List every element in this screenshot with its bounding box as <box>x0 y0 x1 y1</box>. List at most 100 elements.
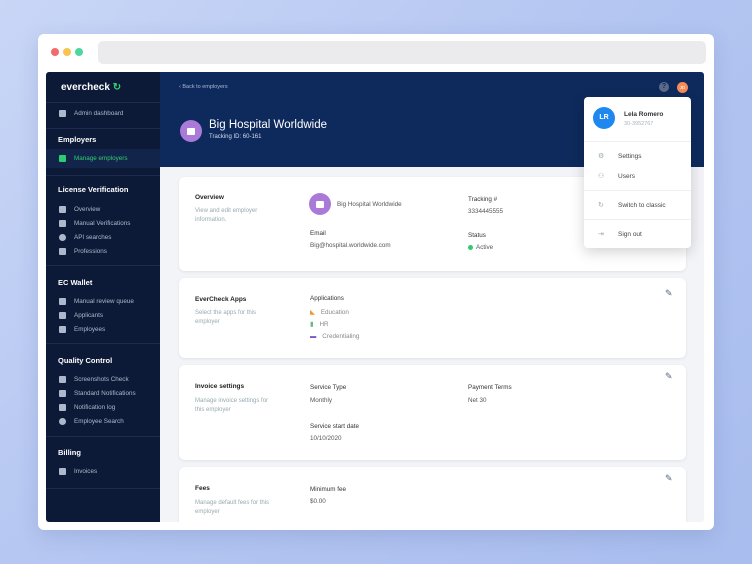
sidebar-item-admin-dashboard[interactable]: Admin dashboard <box>59 110 123 117</box>
menu-item-sign-out[interactable]: Sign out <box>618 231 642 238</box>
tracking-id: Tracking ID: 60-161 <box>209 134 262 140</box>
search-icon <box>59 418 66 425</box>
email-label: Email <box>310 230 326 237</box>
user-avatar[interactable]: JD <box>677 82 688 93</box>
queue-icon <box>59 298 66 305</box>
fees-card: Fees Manage default fees for this employ… <box>179 467 686 522</box>
sidebar-item-employees[interactable]: Employees <box>59 326 105 333</box>
tracking-label: Tracking # <box>468 196 498 203</box>
user-name: Lela Romero <box>624 111 664 118</box>
briefcase-icon <box>59 248 66 255</box>
credentialing-icon: ▬ <box>310 333 317 340</box>
log-icon <box>59 404 66 411</box>
divider <box>584 219 691 220</box>
sidebar-item-applicants[interactable]: Applicants <box>59 312 103 319</box>
applications-label: Applications <box>310 295 344 302</box>
edit-icon[interactable]: ✎ <box>665 371 673 382</box>
service-type-label: Service Type <box>310 384 347 391</box>
card-description: Manage invoice settings for this employe… <box>195 398 269 413</box>
card-title: Invoice settings <box>195 383 245 390</box>
employer-avatar-small <box>309 193 331 215</box>
start-date-value: 10/10/2020 <box>310 435 342 442</box>
edit-icon[interactable]: ✎ <box>665 473 673 484</box>
sidebar-item-employee-search[interactable]: Employee Search <box>59 418 124 425</box>
minimum-fee-label: Minimum fee <box>310 486 347 493</box>
building-icon <box>316 200 324 208</box>
building-icon <box>187 127 195 135</box>
bell-icon <box>59 390 66 397</box>
api-icon <box>59 234 66 241</box>
divider <box>584 190 691 191</box>
badge-icon <box>59 326 66 333</box>
person-icon <box>59 312 66 319</box>
divider <box>46 128 160 129</box>
sidebar-item-manual-verifications[interactable]: Manual Verifications <box>59 220 130 227</box>
sidebar-item-overview[interactable]: Overview <box>59 206 100 213</box>
back-link[interactable]: ‹ Back to employers <box>179 84 228 90</box>
sidebar-item-professions[interactable]: Professions <box>59 248 107 255</box>
menu-item-settings[interactable]: Settings <box>618 153 642 160</box>
card-title: Overview <box>195 194 224 201</box>
help-icon[interactable]: ? <box>659 82 669 92</box>
status-dot <box>468 245 473 250</box>
invoice-card: Invoice settings Manage invoice settings… <box>179 365 686 460</box>
email-value: Big@hospital.worldwide.com <box>310 242 391 249</box>
section-ec-wallet: EC Wallet <box>58 278 93 287</box>
start-date-label: Service start date <box>310 423 359 430</box>
divider <box>584 141 691 142</box>
grid-icon <box>59 206 66 213</box>
section-quality-control: Quality Control <box>58 356 113 365</box>
tracking-value: 3334445555 <box>468 208 504 215</box>
card-description: View and edit employer information. <box>195 208 258 223</box>
user-menu: LR Lela Romero 30-3952767 ⚙ Settings ⚇ U… <box>584 97 691 248</box>
logo[interactable]: evercheck ↻ <box>61 82 121 93</box>
hr-icon: ▮ <box>310 321 314 328</box>
service-type-value: Monthly <box>310 397 333 404</box>
status-label: Status <box>468 232 486 239</box>
users-icon: ⚇ <box>598 173 605 180</box>
refresh-logo-icon: ↻ <box>112 82 122 93</box>
divider <box>46 343 160 344</box>
sidebar: evercheck ↻ Admin dashboard Employers Ma… <box>46 72 160 522</box>
education-icon: ◣ <box>310 309 315 316</box>
maximize-dot[interactable] <box>75 48 83 56</box>
folder-icon <box>59 155 66 162</box>
edit-icon[interactable]: ✎ <box>665 288 673 299</box>
card-title: EverCheck Apps <box>195 296 247 303</box>
divider <box>46 488 160 489</box>
menu-item-users[interactable]: Users <box>618 173 635 180</box>
employer-name: Big Hospital Worldwide <box>337 201 402 208</box>
dashboard-icon <box>59 110 66 117</box>
sidebar-item-invoices[interactable]: Invoices <box>59 468 97 475</box>
screenshot-icon <box>59 376 66 383</box>
app: evercheck ↻ Admin dashboard Employers Ma… <box>46 72 704 522</box>
sidebar-item-notification-log[interactable]: Notification log <box>59 404 115 411</box>
section-employers: Employers <box>58 135 97 144</box>
employer-avatar <box>180 120 202 142</box>
sidebar-item-standard-notifications[interactable]: Standard Notifications <box>59 390 136 397</box>
payment-terms-label: Payment Terms <box>468 384 512 391</box>
address-bar[interactable] <box>98 41 706 64</box>
card-description: Manage default fees for this employer <box>195 500 270 515</box>
user-menu-avatar: LR <box>593 107 615 129</box>
divider <box>46 436 160 437</box>
card-description: Select the apps for this employer <box>195 310 257 325</box>
minimize-dot[interactable] <box>63 48 71 56</box>
close-dot[interactable] <box>51 48 59 56</box>
payment-terms-value: Net 30 <box>468 397 487 404</box>
menu-item-switch-to-classic[interactable]: Switch to classic <box>618 202 666 209</box>
sidebar-item-screenshots-check[interactable]: Screenshots Check <box>59 376 129 383</box>
divider <box>46 175 160 176</box>
minimum-fee-value: $0.00 <box>310 498 326 505</box>
sidebar-item-manage-employers[interactable]: Manage employers <box>46 149 160 168</box>
app-hr: ▮ HR <box>310 321 329 328</box>
app-credentialing: ▬ Credentialing <box>310 333 360 340</box>
divider <box>46 265 160 266</box>
user-id: 30-3952767 <box>624 121 654 127</box>
section-license-verification: License Verification <box>58 185 129 194</box>
refresh-icon: ↻ <box>598 202 604 209</box>
divider <box>46 102 160 103</box>
sidebar-item-api-searches[interactable]: API searches <box>59 234 111 241</box>
sidebar-item-manual-review-queue[interactable]: Manual review queue <box>59 298 134 305</box>
apps-card: EverCheck Apps Select the apps for this … <box>179 278 686 358</box>
